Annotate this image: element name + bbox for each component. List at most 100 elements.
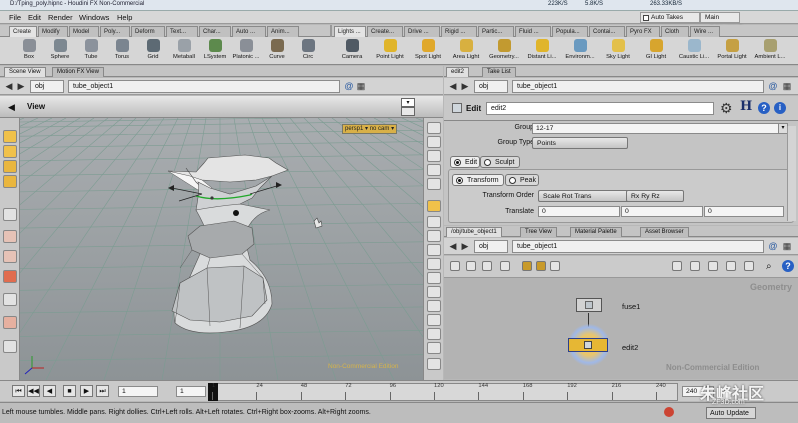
light-tool-6[interactable]: Environm... xyxy=(565,37,595,65)
net-layout-icon-5[interactable] xyxy=(744,261,754,271)
shelf-tab-lights[interactable]: Lights ... xyxy=(334,26,366,37)
shelf-tab-contai[interactable]: Contai... xyxy=(589,26,625,37)
net-help-icon[interactable]: ? xyxy=(782,260,794,272)
mode-edit-radio[interactable] xyxy=(454,159,461,166)
frame-field[interactable]: 1 xyxy=(118,386,158,397)
mode-sculpt-tab[interactable]: Sculpt xyxy=(480,156,520,168)
info-icon[interactable]: i xyxy=(774,102,786,114)
shelf-tab-cloth[interactable]: Cloth xyxy=(661,26,689,37)
path-node[interactable]: tube_object1 xyxy=(68,80,340,93)
net-layout-icon-3[interactable] xyxy=(708,261,718,271)
sub-peak-radio[interactable] xyxy=(509,177,516,184)
param-path-node[interactable]: tube_object1 xyxy=(512,80,764,93)
scale-tool-icon[interactable] xyxy=(3,270,17,283)
shading-icon-8[interactable] xyxy=(427,314,441,326)
auto-takes-checkbox[interactable] xyxy=(643,15,649,21)
viewport-layout-icon[interactable] xyxy=(401,107,415,116)
back-icon[interactable]: ◀ xyxy=(4,81,14,91)
display-option-icon-1[interactable] xyxy=(427,122,441,134)
shelf-tab-fluid[interactable]: Fluid ... xyxy=(515,26,551,37)
light-tool-5[interactable]: Distant Li... xyxy=(527,37,557,65)
light-tool-1[interactable]: Point Light xyxy=(375,37,405,65)
create-tool-4[interactable]: Grid xyxy=(138,37,168,65)
shading-icon-3[interactable] xyxy=(427,244,441,256)
tab-motion-fx[interactable]: Motion FX View xyxy=(52,67,104,77)
net-tool-icon-6[interactable] xyxy=(536,261,546,271)
create-tool-1[interactable]: Sphere xyxy=(45,37,75,65)
network-view[interactable]: Geometry fuse1 edit2 Non-Commercial Edit… xyxy=(444,278,798,379)
net-tool-icon-4[interactable] xyxy=(500,261,510,271)
tab-tree-view[interactable]: Tree View xyxy=(520,227,557,237)
group-type-select[interactable]: Points xyxy=(532,137,628,149)
display-option-icon-3[interactable] xyxy=(427,150,441,162)
go-end-icon[interactable]: ⏭ xyxy=(96,385,109,397)
param-split-icon[interactable]: ▦ xyxy=(782,81,792,91)
node-name-field[interactable]: edit2 xyxy=(486,102,714,115)
net-pin-icon[interactable]: @ xyxy=(768,241,778,251)
shelf-tab-auto[interactable]: Auto ... xyxy=(232,26,266,37)
step-back-icon[interactable]: ◀◀ xyxy=(27,385,40,397)
transform-order-select[interactable]: Scale Rot Trans xyxy=(538,190,630,202)
shading-icon-5[interactable] xyxy=(427,272,441,284)
net-tool-icon-5[interactable] xyxy=(522,261,532,271)
light-tool-11[interactable]: Ambient L... xyxy=(755,37,785,65)
tab-obj-tube[interactable]: /obj/tube_object1 xyxy=(446,227,502,237)
render-tool-icon[interactable] xyxy=(3,340,17,353)
tab-asset-browser[interactable]: Asset Browser xyxy=(640,227,689,237)
handle-tool-icon[interactable] xyxy=(3,175,17,188)
group-field[interactable]: 12-17 xyxy=(532,123,784,134)
net-layout-icon-2[interactable] xyxy=(690,261,700,271)
shelf-tab-wire[interactable]: Wire ... xyxy=(690,26,720,37)
snap-tool-icon[interactable] xyxy=(3,293,17,306)
shelf-tab-popula[interactable]: Popula... xyxy=(552,26,588,37)
shading-icon-10[interactable] xyxy=(427,342,441,354)
create-tool-0[interactable]: Box xyxy=(14,37,44,65)
net-forward-icon[interactable]: ▶ xyxy=(460,241,470,251)
3d-viewport[interactable]: persp1 ▾ no cam ▾ Non-Commercial Edition xyxy=(20,118,423,380)
create-tool-3[interactable]: Torus xyxy=(107,37,137,65)
rotate-tool-icon[interactable] xyxy=(3,250,17,263)
net-split-icon[interactable]: ▦ xyxy=(782,241,792,251)
shelf-tab-deform[interactable]: Deform xyxy=(131,26,165,37)
param-path-root[interactable]: obj xyxy=(474,80,508,93)
display-option-icon-2[interactable] xyxy=(427,136,441,148)
param-scrollbar[interactable] xyxy=(787,126,796,221)
shelf-tab-anim[interactable]: Anim... xyxy=(267,26,299,37)
net-layout-icon-1[interactable] xyxy=(672,261,682,271)
shelf-tab-model[interactable]: Model xyxy=(69,26,99,37)
play-reverse-icon[interactable]: ◀ xyxy=(43,385,56,397)
go-start-icon[interactable]: ⏮ xyxy=(12,385,25,397)
viewport-menu-icon[interactable]: ▾ xyxy=(401,98,415,107)
light-tool-4[interactable]: Geometry... xyxy=(489,37,519,65)
net-path-node[interactable]: tube_object1 xyxy=(512,240,764,253)
net-back-icon[interactable]: ◀ xyxy=(448,241,458,251)
tab-edit2[interactable]: edit2 xyxy=(446,67,470,77)
display-option-icon-5[interactable] xyxy=(427,178,441,190)
gear-icon[interactable]: ⚙ xyxy=(720,100,733,117)
shelf-tab-partic[interactable]: Partic... xyxy=(478,26,514,37)
rotate-order-select[interactable]: Rx Ry Rz xyxy=(626,190,684,202)
light-tool-2[interactable]: Spot Light xyxy=(413,37,443,65)
shelf-tab-create[interactable]: Create xyxy=(9,26,37,37)
create-tool-5[interactable]: Metaball xyxy=(169,37,199,65)
param-forward-icon[interactable]: ▶ xyxy=(460,81,470,91)
shelf-tab-text[interactable]: Text... xyxy=(166,26,198,37)
light-tool-10[interactable]: Portal Light xyxy=(717,37,747,65)
mode-sculpt-radio[interactable] xyxy=(484,159,491,166)
create-tool-8[interactable]: Curve xyxy=(262,37,292,65)
auto-takes-toggle[interactable]: Auto Takes xyxy=(640,12,700,23)
light-tool-7[interactable]: Sky Light xyxy=(603,37,633,65)
menu-edit[interactable]: Edit xyxy=(28,13,41,22)
pin-icon[interactable]: @ xyxy=(344,81,354,91)
shelf-tab-poly[interactable]: Poly... xyxy=(100,26,130,37)
stop-icon[interactable]: ■ xyxy=(63,385,76,397)
auto-update-select[interactable]: Auto Update xyxy=(706,407,756,419)
net-layout-icon-4[interactable] xyxy=(726,261,736,271)
shading-icon-4[interactable] xyxy=(427,258,441,270)
shading-icon-9[interactable] xyxy=(427,328,441,340)
menu-file[interactable]: File xyxy=(9,13,21,22)
menu-render[interactable]: Render xyxy=(48,13,73,22)
ghost-display-icon[interactable] xyxy=(427,200,441,212)
camera-menu[interactable]: persp1 ▾ no cam ▾ xyxy=(342,124,398,134)
menu-windows[interactable]: Windows xyxy=(79,13,109,22)
